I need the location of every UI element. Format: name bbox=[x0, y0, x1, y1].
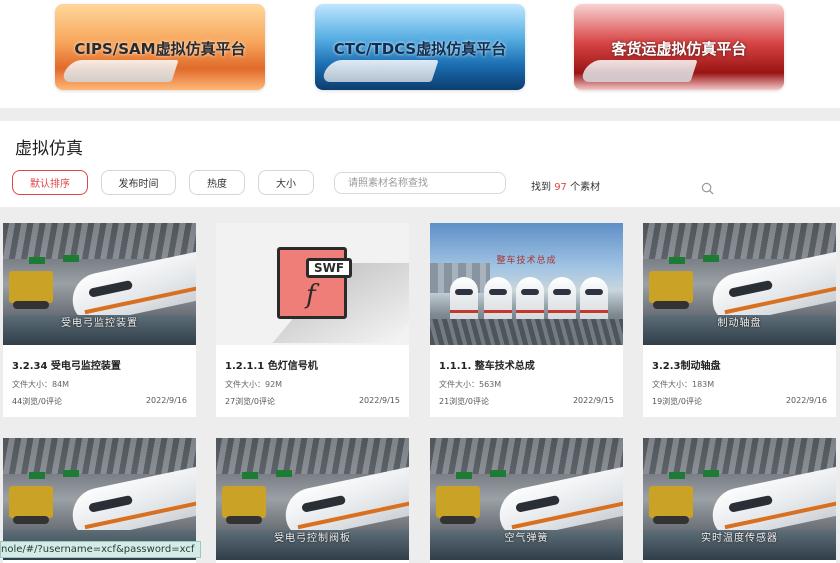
banner-ctc-tdcs[interactable]: CTC/TDCS虚拟仿真平台 bbox=[315, 4, 525, 90]
sort-default-button[interactable]: 默认排序 bbox=[12, 170, 88, 195]
card-title: 3.2.3制动轴盘 bbox=[652, 361, 721, 372]
train-graphic bbox=[580, 60, 698, 82]
material-card[interactable]: 整车技术总成 1.1.1. 整车技术总成 文件大小：563M 21浏览/0评论 … bbox=[430, 223, 623, 417]
thumbnail-caption: 受电弓监控装置 bbox=[61, 318, 138, 329]
material-card[interactable]: 实时温度传感器 bbox=[643, 438, 836, 563]
material-card[interactable]: 受电弓监控装置 3.2.34 受电弓监控装置 文件大小：84M 44浏览/0评论… bbox=[3, 223, 196, 417]
banner-cips-sam[interactable]: CIPS/SAM虚拟仿真平台 bbox=[55, 4, 265, 90]
sort-publish-time-button[interactable]: 发布时间 bbox=[101, 170, 176, 195]
banner-label: CTC/TDCS虚拟仿真平台 bbox=[333, 40, 507, 58]
card-thumbnail: 制动轴盘 bbox=[643, 223, 836, 345]
thumbnail-caption: 整车技术总成 bbox=[496, 256, 557, 266]
card-file-size: 文件大小：92M bbox=[225, 380, 283, 389]
card-stats: 19浏览/0评论 bbox=[652, 397, 702, 406]
result-count: 找到 97 个素材 bbox=[531, 178, 600, 193]
result-count-number: 97 bbox=[554, 182, 567, 193]
section-title: 虚拟仿真 bbox=[15, 139, 83, 159]
material-card[interactable]: SWF f 1.2.1.1 色灯信号机 文件大小：92M 27浏览/0评论 20… bbox=[216, 223, 409, 417]
page: CIPS/SAM虚拟仿真平台 CTC/TDCS虚拟仿真平台 客货运虚拟仿真平台 … bbox=[0, 0, 840, 563]
card-thumbnail: 受电弓控制阀板 bbox=[216, 438, 409, 560]
card-stats: 21浏览/0评论 bbox=[439, 397, 489, 406]
banner-label: 客货运虚拟仿真平台 bbox=[611, 40, 747, 58]
card-thumbnail: 实时温度传感器 bbox=[643, 438, 836, 560]
card-file-size: 文件大小：84M bbox=[12, 380, 70, 389]
material-card[interactable]: 制动轴盘 3.2.3制动轴盘 文件大小：183M 19浏览/0评论 2022/9… bbox=[643, 223, 836, 417]
card-thumbnail: 整车技术总成 bbox=[430, 223, 623, 345]
material-card[interactable]: 空气弹簧 bbox=[430, 438, 623, 563]
status-url-tooltip: nole/#/?username=xcf&password=xcf bbox=[0, 541, 202, 558]
banner-label: CIPS/SAM虚拟仿真平台 bbox=[74, 40, 246, 58]
banner-passenger-freight[interactable]: 客货运虚拟仿真平台 bbox=[574, 4, 784, 90]
card-date: 2022/9/16 bbox=[145, 396, 187, 405]
card-date: 2022/9/15 bbox=[358, 396, 400, 405]
sort-popularity-button[interactable]: 热度 bbox=[189, 170, 245, 195]
card-title: 3.2.34 受电弓监控装置 bbox=[12, 361, 121, 372]
thumbnail-caption: 空气弹簧 bbox=[504, 533, 549, 544]
banner-strip: CIPS/SAM虚拟仿真平台 CTC/TDCS虚拟仿真平台 客货运虚拟仿真平台 bbox=[0, 0, 840, 108]
thumbnail-caption: 受电弓控制阀板 bbox=[274, 533, 351, 544]
flash-glyph: f bbox=[306, 280, 316, 310]
card-title: 1.1.1. 整车技术总成 bbox=[439, 361, 535, 372]
swf-tag: SWF bbox=[306, 258, 352, 278]
card-date: 2022/9/16 bbox=[785, 396, 827, 405]
thumbnail-caption: 实时温度传感器 bbox=[701, 533, 778, 544]
card-title: 1.2.1.1 色灯信号机 bbox=[225, 361, 318, 372]
result-count-prefix: 找到 bbox=[531, 182, 551, 193]
swf-file-icon: SWF f bbox=[277, 247, 352, 319]
card-thumbnail: 受电弓监控装置 bbox=[3, 223, 196, 345]
thumbnail-caption: 制动轴盘 bbox=[717, 318, 762, 329]
material-card[interactable]: 受电弓控制阀板 bbox=[216, 438, 409, 563]
card-stats: 44浏览/0评论 bbox=[12, 397, 62, 406]
search-icon[interactable] bbox=[701, 182, 714, 195]
card-file-size: 文件大小：563M bbox=[439, 380, 502, 389]
card-date: 2022/9/15 bbox=[572, 396, 614, 405]
card-thumbnail: 空气弹簧 bbox=[430, 438, 623, 560]
card-thumbnail: SWF f bbox=[216, 223, 409, 345]
train-graphic bbox=[321, 60, 439, 82]
train-graphic bbox=[61, 60, 179, 82]
filter-panel: 虚拟仿真 默认排序 发布时间 热度 大小 找到 97 个素材 bbox=[0, 121, 840, 207]
search-input[interactable] bbox=[334, 172, 506, 194]
card-file-size: 文件大小：183M bbox=[652, 380, 715, 389]
sort-size-button[interactable]: 大小 bbox=[258, 170, 314, 195]
result-count-suffix: 个素材 bbox=[570, 182, 601, 193]
card-stats: 27浏览/0评论 bbox=[225, 397, 275, 406]
